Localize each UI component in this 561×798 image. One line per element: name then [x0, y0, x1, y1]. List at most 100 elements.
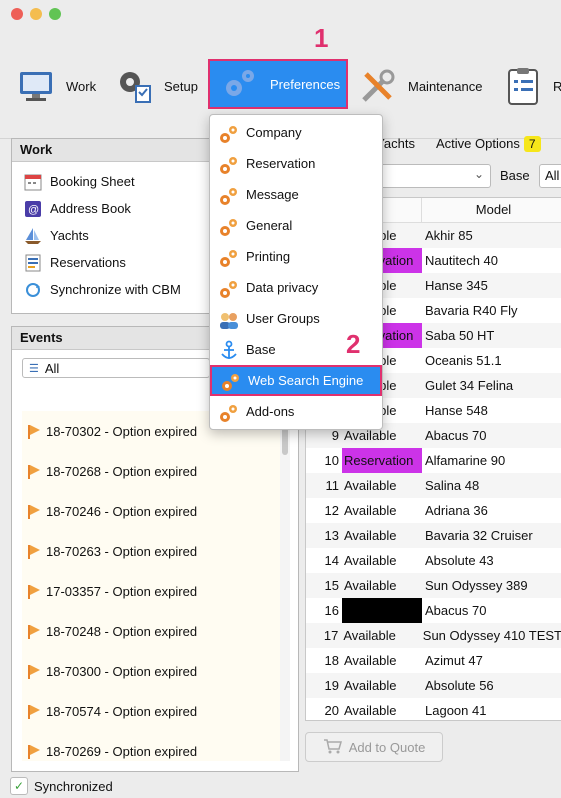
event-item[interactable]: 18-70248 - Option expired — [22, 611, 280, 651]
row-model: Salina 48 — [425, 478, 480, 493]
event-item[interactable]: 18-70574 - Option expired — [22, 691, 280, 731]
table-row[interactable]: 15 Available Sun Odyssey 389 — [306, 573, 561, 598]
row-model: Hanse 345 — [425, 278, 488, 293]
work-item-label: Yachts — [50, 228, 89, 243]
add-to-quote-button[interactable]: Add to Quote — [305, 732, 443, 762]
events-scrollbar[interactable] — [280, 411, 290, 761]
preferences-menu: Company Reservation Message General Printing… — [209, 114, 383, 430]
menu-item-message[interactable]: Message — [210, 179, 382, 210]
row-number: 17 — [323, 628, 339, 643]
flag-icon — [28, 665, 42, 679]
table-row[interactable]: 14 Available Absolute 43 — [306, 548, 561, 573]
tools-icon — [358, 66, 398, 106]
gears-icon — [220, 371, 240, 391]
minimize-button[interactable] — [30, 8, 42, 20]
row-model: Absolute 43 — [425, 553, 494, 568]
tab-active-options[interactable]: Active Options 7 — [436, 132, 541, 156]
status-text: Synchronized — [34, 778, 113, 794]
events-filter-select[interactable]: ☰ All — [22, 358, 210, 378]
events-list: 18-70302 - Option expired 18-70268 - Opt… — [22, 411, 280, 761]
event-item[interactable]: 18-70300 - Option expired — [22, 651, 280, 691]
toolbar-reports-button[interactable]: R — [503, 64, 561, 108]
list-icon: ☰ — [29, 362, 39, 375]
row-status: Available — [344, 703, 397, 718]
flag-icon — [28, 745, 42, 759]
sailboat-icon — [24, 227, 42, 245]
cart-icon — [323, 738, 343, 757]
flag-icon — [28, 545, 42, 559]
toolbar-preferences-button[interactable]: Preferences — [208, 59, 348, 109]
event-item[interactable]: 17-03357 - Option expired — [22, 571, 280, 611]
checkmark-icon: ✓ — [10, 777, 28, 795]
table-row[interactable]: 17 Available Sun Odyssey 410 TEST — [306, 623, 561, 648]
row-number: 13 — [324, 528, 339, 543]
row-model: Sun Odyssey 410 TEST — [422, 628, 561, 643]
calendar-icon — [24, 173, 42, 191]
menu-item-label: Company — [246, 125, 302, 140]
toolbar-maintenance-button[interactable]: Maintenance — [358, 64, 482, 108]
flag-icon — [28, 505, 42, 519]
row-model: Oceanis 51.1 — [425, 353, 502, 368]
toolbar-setup-button[interactable]: Setup — [114, 64, 198, 108]
base-filter-select[interactable]: All — [539, 164, 561, 188]
table-row[interactable]: 20 Available Lagoon 41 — [306, 698, 561, 720]
menu-item-data-privacy[interactable]: Data privacy — [210, 272, 382, 303]
gears-icon — [218, 185, 238, 205]
row-status: Available — [343, 628, 396, 643]
menu-item-label: Base — [246, 342, 276, 357]
row-status: Available — [344, 678, 397, 693]
event-label: 17-03357 - Option expired — [46, 583, 198, 599]
menu-item-label: Add-ons — [246, 404, 295, 419]
base-filter-label: Base — [500, 168, 530, 183]
row-number: 19 — [324, 678, 339, 693]
row-number: 12 — [324, 503, 339, 518]
table-row[interactable]: 19 Available Absolute 56 — [306, 673, 561, 698]
table-row[interactable]: 18 Available Azimut 47 — [306, 648, 561, 673]
add-to-quote-label: Add to Quote — [348, 739, 426, 755]
menu-item-label: User Groups — [246, 311, 320, 326]
menu-item-printing[interactable]: Printing — [210, 241, 382, 272]
table-row[interactable]: 12 Available Adriana 36 — [306, 498, 561, 523]
row-model: Akhir 85 — [425, 228, 473, 243]
row-status: Available — [344, 503, 397, 518]
step-1-marker: 1 — [314, 23, 329, 53]
table-row[interactable]: 16 Abacus 70 — [306, 598, 561, 623]
row-status: Available — [344, 478, 397, 493]
event-item[interactable]: 18-70268 - Option expired — [22, 451, 280, 491]
flag-icon — [28, 425, 42, 439]
gear-checklist-icon — [114, 66, 154, 106]
row-model: Saba 50 HT — [425, 328, 495, 343]
table-row[interactable]: 13 Available Bavaria 32 Cruiser — [306, 523, 561, 548]
gears-icon — [218, 123, 238, 143]
close-button[interactable] — [11, 8, 23, 20]
event-label: 18-70574 - Option expired — [46, 703, 198, 719]
row-status: Available — [344, 553, 397, 568]
anchor-icon — [218, 340, 238, 360]
users-icon — [218, 309, 238, 329]
work-item-label: Synchronize with CBM — [50, 282, 181, 297]
menu-item-general[interactable]: General — [210, 210, 382, 241]
event-label: 18-70302 - Option expired — [46, 423, 198, 439]
event-item[interactable]: 18-70263 - Option expired — [22, 531, 280, 571]
event-label: 18-70248 - Option expired — [46, 623, 198, 639]
menu-item-reservation[interactable]: Reservation — [210, 148, 382, 179]
menu-item-company[interactable]: Company — [210, 117, 382, 148]
row-number: 18 — [324, 653, 339, 668]
work-item-label: Reservations — [50, 255, 126, 270]
table-row[interactable]: 11 Available Salina 48 — [306, 473, 561, 498]
toolbar-work-button[interactable]: Work — [16, 64, 96, 108]
column-header-model[interactable]: Model — [422, 198, 561, 222]
menu-item-add-ons[interactable]: Add-ons — [210, 396, 382, 427]
row-number: 20 — [324, 703, 339, 718]
zoom-button[interactable] — [49, 8, 61, 20]
event-item[interactable]: 18-70269 - Option expired — [22, 731, 280, 761]
active-options-count-badge: 7 — [523, 136, 541, 152]
gears-icon — [218, 247, 238, 267]
table-row[interactable]: 10 Reservation Alfamarine 90 — [306, 448, 561, 473]
flag-icon — [28, 585, 42, 599]
event-item[interactable]: 18-70246 - Option expired — [22, 491, 280, 531]
sync-icon — [24, 281, 42, 299]
menu-item-web-search-engine[interactable]: Web Search Engine — [210, 365, 382, 396]
menu-item-label: Data privacy — [246, 280, 319, 295]
row-model: Adriana 36 — [425, 503, 488, 518]
